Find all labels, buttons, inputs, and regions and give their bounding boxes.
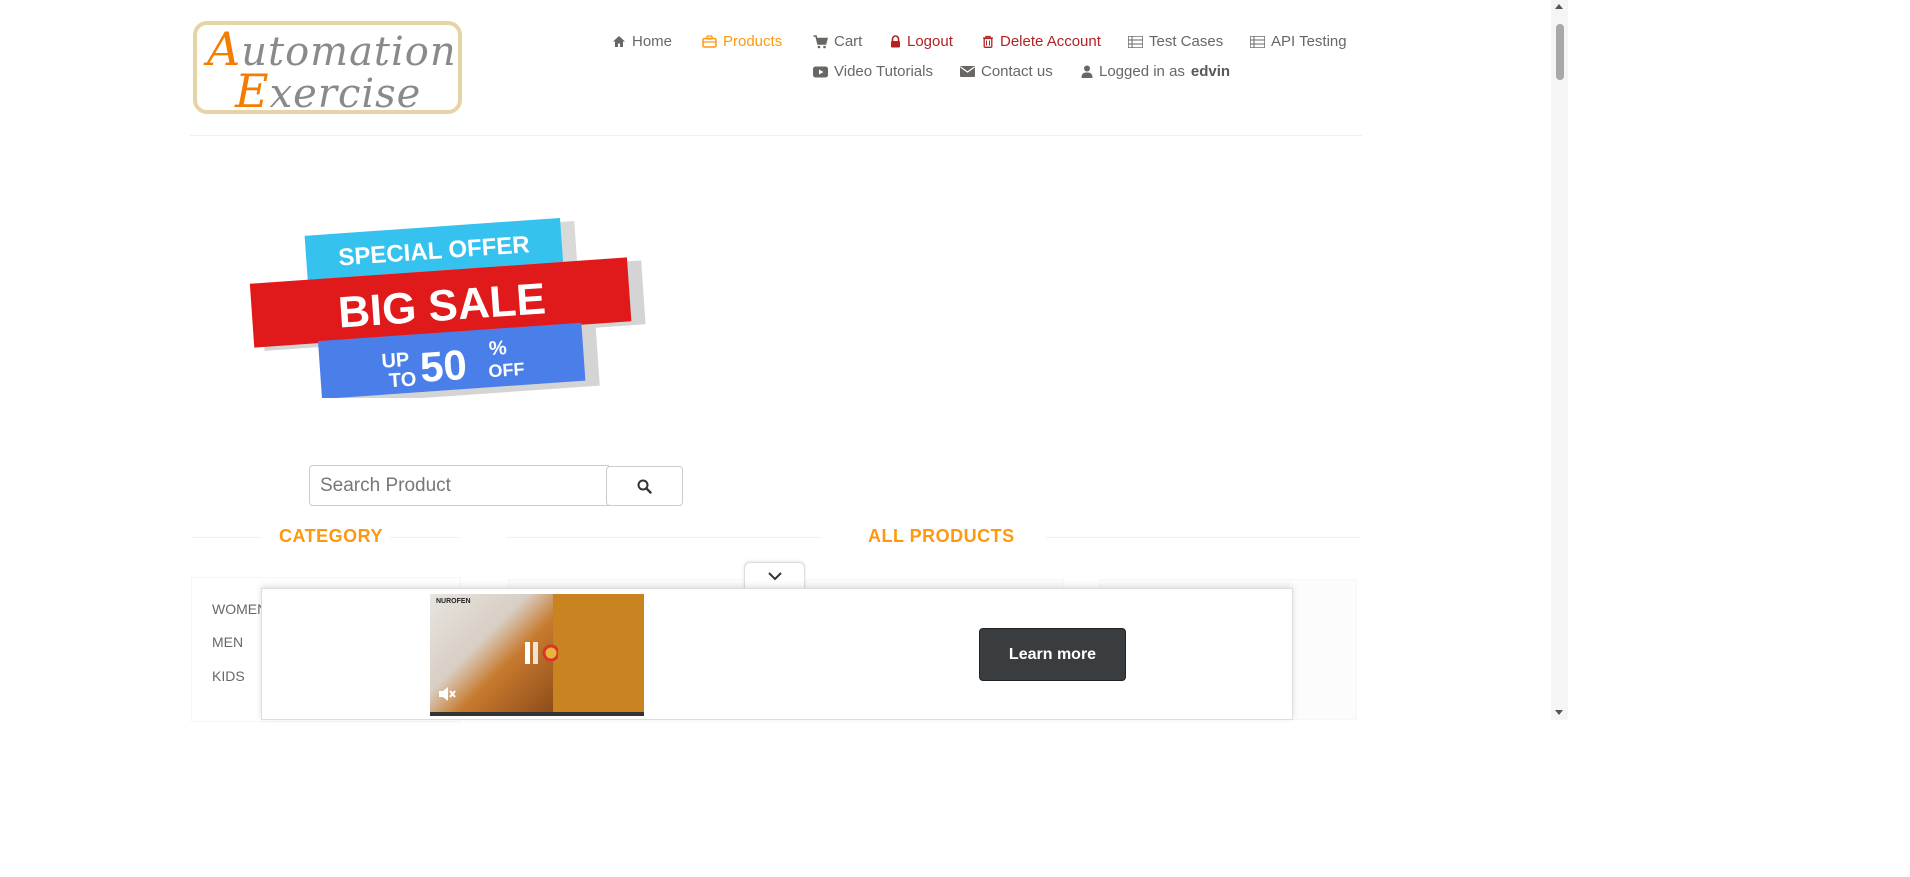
site-logo[interactable]: Automation Exercise bbox=[193, 21, 462, 118]
scroll-down-arrow[interactable] bbox=[1555, 710, 1563, 715]
nav-test-cases[interactable]: Test Cases bbox=[1128, 33, 1223, 50]
nav-products[interactable]: Products bbox=[702, 33, 782, 50]
scroll-up-arrow[interactable] bbox=[1555, 4, 1563, 9]
envelope-icon bbox=[960, 66, 975, 77]
search-product-input[interactable] bbox=[309, 465, 609, 506]
products-title-rule-right bbox=[1046, 537, 1361, 538]
nav-logged-in: Logged in as edvin bbox=[1081, 63, 1230, 80]
category-title-rule-right bbox=[390, 537, 460, 538]
ad-logo-icon bbox=[525, 642, 558, 664]
category-title-rule-left bbox=[191, 537, 261, 538]
nav-video-tutorials[interactable]: Video Tutorials bbox=[813, 63, 933, 80]
nav-logout[interactable]: Logout bbox=[890, 33, 953, 50]
banner-percent: % bbox=[488, 337, 507, 360]
cart-icon bbox=[813, 34, 828, 48]
nav-cart[interactable]: Cart bbox=[813, 33, 862, 50]
chevron-down-icon bbox=[767, 572, 782, 581]
logged-in-username: edvin bbox=[1190, 63, 1231, 80]
banner-amount: 50 bbox=[418, 341, 468, 391]
search-icon bbox=[637, 479, 652, 494]
list-icon bbox=[1128, 35, 1143, 48]
ad-video[interactable]: NUROFEN bbox=[430, 594, 644, 716]
header-divider bbox=[190, 135, 1362, 136]
category-item-kids[interactable]: KIDS bbox=[212, 668, 245, 684]
page-scrollbar[interactable] bbox=[1551, 0, 1568, 720]
banner-off: OFF bbox=[488, 359, 525, 381]
category-item-women[interactable]: WOMEN bbox=[212, 601, 267, 617]
search-button[interactable] bbox=[606, 466, 683, 506]
banner-to: TO bbox=[388, 368, 417, 392]
trash-icon bbox=[983, 35, 993, 48]
user-icon bbox=[1081, 65, 1093, 78]
mute-icon[interactable] bbox=[438, 686, 456, 702]
products-title-rule-left bbox=[506, 537, 821, 538]
scroll-thumb[interactable] bbox=[1556, 24, 1564, 80]
lock-icon bbox=[891, 35, 900, 48]
nav-home[interactable]: Home bbox=[612, 33, 672, 50]
category-item-men[interactable]: MEN bbox=[212, 634, 243, 650]
learn-more-button[interactable]: Learn more bbox=[979, 628, 1126, 681]
bottom-ad-banner: NUROFEN Learn more bbox=[261, 588, 1293, 720]
logo-text-line2: Exercise bbox=[235, 64, 422, 118]
briefcase-icon bbox=[702, 35, 717, 48]
youtube-play-icon bbox=[813, 66, 828, 77]
nav-api-testing[interactable]: API Testing bbox=[1250, 33, 1347, 50]
ad-collapse-button[interactable] bbox=[744, 562, 805, 590]
all-products-title: ALL PRODUCTS bbox=[868, 526, 1015, 546]
home-icon bbox=[613, 36, 625, 47]
ad-brand-label: NUROFEN bbox=[436, 598, 471, 605]
nav-contact-us[interactable]: Contact us bbox=[960, 63, 1053, 80]
special-offer-banner: SPECIAL OFFER BIG SALE UP TO 50 % OFF bbox=[248, 217, 648, 405]
nav-delete-account[interactable]: Delete Account bbox=[982, 33, 1101, 50]
ad-video-progress bbox=[430, 712, 644, 716]
list-icon bbox=[1250, 35, 1265, 48]
category-title: CATEGORY bbox=[279, 526, 384, 546]
